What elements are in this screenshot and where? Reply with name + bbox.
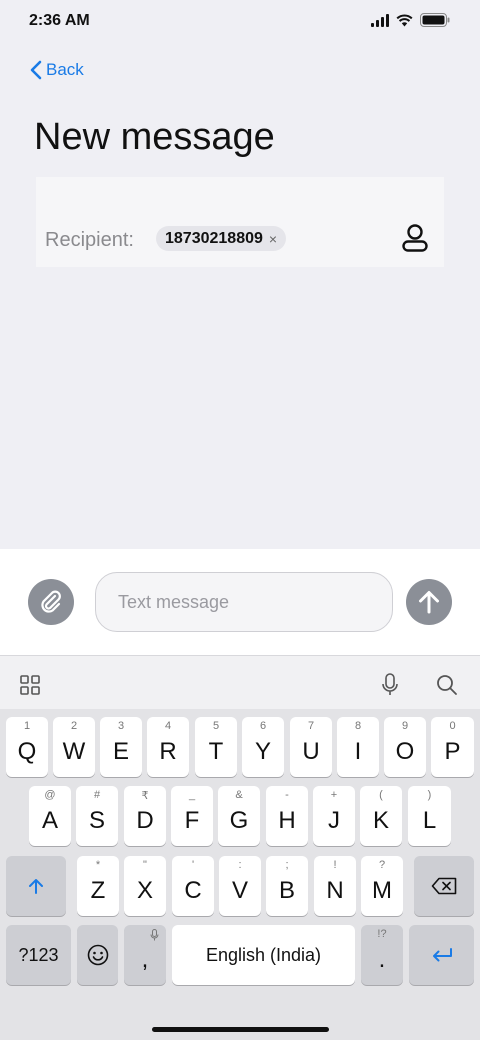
key-i[interactable]: 8I [337,717,379,777]
backspace-icon [431,877,457,895]
period-key[interactable]: !? . [361,925,403,985]
key-m[interactable]: ? M [361,856,403,916]
send-button[interactable] [406,579,452,625]
search-icon[interactable] [436,674,458,696]
battery-icon [420,13,450,27]
recipient-chip[interactable]: 18730218809 × [156,226,287,251]
attach-button[interactable] [28,579,74,625]
key-a[interactable]: @ A [29,786,71,846]
key-p[interactable]: 0P [431,717,474,777]
chevron-left-icon [30,60,42,80]
shift-key[interactable] [6,856,66,916]
key-t[interactable]: 5T [195,717,237,777]
wifi-icon [396,13,413,26]
key-u[interactable]: 7U [290,717,332,777]
key-j[interactable]: + J [313,786,355,846]
key-e[interactable]: 3E [100,717,142,777]
enter-icon [432,948,452,962]
status-time: 2:36 AM [29,12,90,29]
key-q[interactable]: 1Q [6,717,48,777]
key-l[interactable]: ) L [408,786,451,846]
remove-recipient-icon[interactable]: × [269,232,277,246]
grid-icon[interactable] [20,675,40,695]
key-n[interactable]: ! N [314,856,356,916]
status-bar: 2:36 AM [0,0,480,44]
key-k[interactable]: (K [360,786,402,846]
key-o[interactable]: 9O [384,717,426,777]
backspace-key[interactable] [414,856,474,916]
emoji-key[interactable] [77,925,118,985]
message-input[interactable] [95,572,393,632]
key-h[interactable]: -H [266,786,308,846]
key-d[interactable]: ₹ D [124,786,166,846]
key-g[interactable]: & G [218,786,260,846]
comma-key[interactable]: , [124,925,166,985]
mic-hint-icon [150,929,159,941]
keyboard: 1Q 2W 3E 4R 5T 6Y 7U 8I 9O 0P @ A # S ₹ D _… [0,655,480,1040]
compose-bar [0,549,480,655]
microphone-icon[interactable] [381,673,399,697]
keyboard-toolbar [0,655,480,709]
key-s[interactable]: # S [76,786,118,846]
paperclip-icon [41,590,61,613]
recipient-label: Recipient: [45,229,134,251]
page-title: New message [34,116,275,158]
key-c[interactable]: ' C [172,856,214,916]
key-f[interactable]: _ F [171,786,213,846]
recipient-card: Recipient: 18730218809 × [36,177,444,267]
key-y[interactable]: 6Y [242,717,284,777]
key-w[interactable]: 2W [53,717,95,777]
shift-icon [29,879,43,894]
back-button[interactable]: Back [30,60,84,80]
key-z[interactable]: * Z [77,856,119,916]
signal-icon [371,13,389,27]
key-r[interactable]: 4R [147,717,189,777]
arrow-up-icon [419,591,439,614]
enter-key[interactable] [409,925,474,985]
symbols-key[interactable]: ?123 [6,925,71,985]
emoji-icon [87,944,108,966]
key-v[interactable]: :V [219,856,261,916]
back-label: Back [46,60,84,79]
key-b[interactable]: ; B [266,856,308,916]
space-key[interactable]: English (India) [172,925,355,985]
key-x[interactable]: " X [124,856,166,916]
person-icon[interactable] [402,223,428,253]
status-icons [371,13,450,27]
home-indicator[interactable] [152,1027,329,1032]
recipient-number: 18730218809 [165,229,263,247]
